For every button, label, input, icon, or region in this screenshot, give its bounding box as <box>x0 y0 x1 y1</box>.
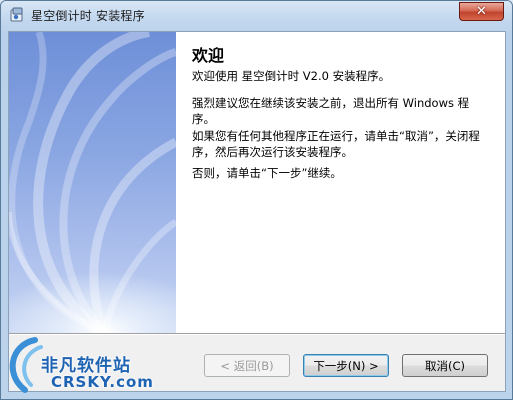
window-title: 星空倒计时 安装程序 <box>31 9 145 23</box>
next-button[interactable]: 下一步(N) > <box>303 354 389 377</box>
swirl-decoration <box>9 32 176 333</box>
title-bar[interactable]: 星空倒计时 安装程序 ✕ <box>1 1 512 31</box>
cancel-instruction: 如果您有任何其他程序正在运行，请单击“取消”，关闭程序，然后再次运行该安装程序。 <box>192 129 480 159</box>
installer-app-icon <box>10 7 23 22</box>
cancel-button[interactable]: 取消(C) <box>402 354 488 377</box>
welcome-content: 欢迎 欢迎使用 星空倒计时 V2.0 安装程序。 强烈建议您在继续该安装之前，退… <box>176 32 505 333</box>
watermark-en-text: CRSKY.com <box>51 373 154 391</box>
installer-window: 星空倒计时 安装程序 ✕ 欢迎 欢迎使用 星空倒计时 V2.0 安装程序。 强烈… <box>0 0 513 400</box>
wizard-side-banner <box>9 32 176 333</box>
next-instruction: 否则，请单击“下一步”继续。 <box>192 166 342 180</box>
watermark-logo: 非凡软件站 CRSKY.com <box>1 333 161 399</box>
close-button[interactable]: ✕ <box>459 2 504 21</box>
advice-text: 强烈建议您在继续该安装之前，退出所有 Windows 程序。 <box>192 96 470 126</box>
back-button[interactable]: < 返回(B) <box>204 354 290 377</box>
welcome-heading: 欢迎 <box>192 46 225 65</box>
welcome-line: 欢迎使用 星空倒计时 V2.0 安装程序。 <box>192 69 391 83</box>
close-icon: ✕ <box>476 4 487 19</box>
